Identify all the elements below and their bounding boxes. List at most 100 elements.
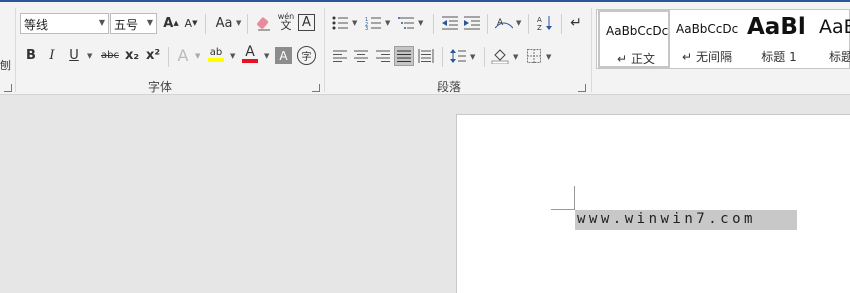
chevron-down-icon[interactable]: ▼ bbox=[230, 52, 235, 60]
shrink-font-button[interactable]: A ▼ bbox=[181, 13, 201, 33]
chevron-down-icon: ▼ bbox=[98, 18, 105, 27]
grow-font-label: A bbox=[163, 15, 174, 31]
paragraph-mark-icon: ↵ bbox=[617, 52, 628, 66]
divider bbox=[442, 47, 443, 67]
chevron-down-icon[interactable]: ▼ bbox=[470, 53, 475, 61]
svg-text:3: 3 bbox=[365, 26, 368, 30]
numbering-button[interactable]: 123 bbox=[363, 13, 383, 33]
style-name: ↵ 正文 bbox=[600, 50, 668, 66]
chevron-down-icon[interactable]: ▼ bbox=[546, 53, 551, 61]
distributed-icon bbox=[418, 49, 434, 63]
align-center-button[interactable] bbox=[351, 46, 371, 66]
paragraph-group-label: 段落 bbox=[437, 80, 462, 94]
grow-font-button[interactable]: A ▲ bbox=[161, 13, 181, 33]
ribbon-home: 刨 等线 ▼ 五号 ▼ A ▲ A ▼ Aa ▼ wén 文 A B I U ▼ a… bbox=[0, 2, 850, 95]
character-shading-button[interactable]: A bbox=[275, 47, 292, 64]
chinese-layout-button[interactable]: A bbox=[494, 13, 514, 33]
divider bbox=[561, 14, 562, 34]
decrease-indent-button[interactable] bbox=[440, 13, 460, 33]
change-case-label: Aa bbox=[215, 15, 233, 31]
style-heading-1[interactable]: AaBl 标题 1 bbox=[743, 10, 815, 68]
paragraph-mark-icon: ↵ bbox=[682, 50, 693, 64]
justify-button[interactable] bbox=[394, 46, 414, 66]
style-heading[interactable]: AaBb 标题 bbox=[815, 10, 850, 68]
style-name: ↵ 无间隔 bbox=[671, 48, 743, 65]
underline-label: U bbox=[69, 47, 79, 63]
italic-button[interactable]: I bbox=[42, 45, 62, 65]
chevron-down-icon[interactable]: ▼ bbox=[385, 19, 390, 27]
borders-icon bbox=[527, 49, 541, 63]
enclose-characters-label: 字 bbox=[301, 52, 312, 63]
phonetic-bottom: 文 bbox=[280, 19, 292, 32]
style-name: 标题 1 bbox=[761, 50, 797, 64]
enclose-characters-button[interactable]: 字 bbox=[297, 46, 316, 65]
font-group-label: 字体 bbox=[148, 80, 173, 94]
style-normal[interactable]: AaBbCcDc ↵ 正文 bbox=[598, 10, 670, 68]
strikethrough-button[interactable]: abc bbox=[98, 45, 122, 65]
selected-text[interactable]: www.winwin7.com bbox=[575, 210, 797, 230]
subscript-button[interactable]: x₂ bbox=[122, 45, 142, 65]
align-left-button[interactable] bbox=[330, 46, 350, 66]
bold-label: B bbox=[26, 47, 36, 63]
font-name-combo[interactable]: 等线 ▼ bbox=[20, 13, 109, 34]
borders-button[interactable] bbox=[524, 46, 544, 66]
highlight-button[interactable]: ab bbox=[206, 44, 226, 64]
font-color-swatch bbox=[242, 59, 258, 63]
bullet-list-icon bbox=[332, 16, 348, 30]
numbered-list-icon: 123 bbox=[365, 17, 381, 30]
paragraph-dialog-launcher[interactable] bbox=[578, 84, 586, 92]
font-size-combo[interactable]: 五号 ▼ bbox=[110, 13, 157, 34]
bullets-button[interactable] bbox=[330, 13, 350, 33]
chevron-down-icon[interactable]: ▼ bbox=[352, 19, 357, 27]
shading-button[interactable] bbox=[490, 46, 510, 66]
clear-formatting-button[interactable] bbox=[254, 13, 274, 33]
style-preview: AaBl bbox=[747, 14, 806, 40]
sort-button[interactable]: AZ bbox=[535, 13, 555, 33]
indent-icon bbox=[464, 16, 480, 30]
styles-gallery: AaBbCcDc ↵ 正文 AaBbCcDc ↵ 无间隔 AaBl 标题 1 A… bbox=[596, 9, 850, 69]
font-color-button[interactable]: A bbox=[240, 44, 260, 64]
text-effects-button[interactable]: A bbox=[173, 45, 193, 65]
divider bbox=[484, 47, 485, 67]
line-spacing-button[interactable] bbox=[448, 46, 468, 66]
font-dialog-launcher[interactable] bbox=[312, 84, 320, 92]
phonetic-guide-button[interactable]: wén 文 bbox=[276, 11, 296, 31]
font-size-value: 五号 bbox=[114, 18, 139, 32]
chevron-down-icon[interactable]: ▼ bbox=[513, 53, 518, 61]
strikethrough-label: abc bbox=[101, 49, 119, 61]
distributed-button[interactable] bbox=[416, 46, 436, 66]
divider bbox=[528, 14, 529, 34]
align-right-button[interactable] bbox=[373, 46, 393, 66]
align-center-icon bbox=[354, 50, 368, 62]
character-border-button[interactable]: A bbox=[298, 14, 315, 31]
chevron-down-icon[interactable]: ▼ bbox=[418, 19, 423, 27]
show-formatting-marks-button[interactable]: ↵ bbox=[566, 13, 586, 33]
italic-label: I bbox=[49, 47, 55, 63]
eraser-icon bbox=[257, 17, 270, 31]
highlight-color-swatch bbox=[208, 57, 224, 62]
change-case-button[interactable]: Aa bbox=[212, 13, 236, 33]
clipboard-dialog-launcher[interactable] bbox=[4, 84, 12, 92]
style-preview: AaBbCcDc bbox=[676, 22, 739, 36]
superscript-label: x² bbox=[145, 47, 161, 63]
chevron-down-icon[interactable]: ▼ bbox=[195, 52, 200, 60]
character-shading-label: A bbox=[279, 48, 288, 63]
multilevel-list-button[interactable] bbox=[396, 13, 416, 33]
increase-indent-button[interactable] bbox=[462, 13, 482, 33]
underline-button[interactable]: U bbox=[64, 45, 84, 65]
group-separator bbox=[15, 8, 16, 92]
chevron-down-icon[interactable]: ▼ bbox=[87, 52, 92, 60]
style-preview: AaBb bbox=[819, 16, 850, 38]
style-no-spacing[interactable]: AaBbCcDc ↵ 无间隔 bbox=[671, 10, 743, 68]
chevron-down-icon[interactable]: ▼ bbox=[264, 52, 269, 60]
superscript-button[interactable]: x² bbox=[143, 45, 163, 65]
outdent-icon bbox=[442, 16, 458, 30]
svg-text:A: A bbox=[537, 16, 542, 24]
justify-icon bbox=[397, 50, 411, 62]
group-separator bbox=[324, 8, 325, 92]
svg-text:Z: Z bbox=[537, 24, 542, 31]
document-page[interactable] bbox=[456, 114, 850, 293]
chevron-down-icon[interactable]: ▼ bbox=[516, 19, 521, 27]
chevron-down-icon[interactable]: ▼ bbox=[236, 19, 241, 27]
bold-button[interactable]: B bbox=[21, 45, 41, 65]
